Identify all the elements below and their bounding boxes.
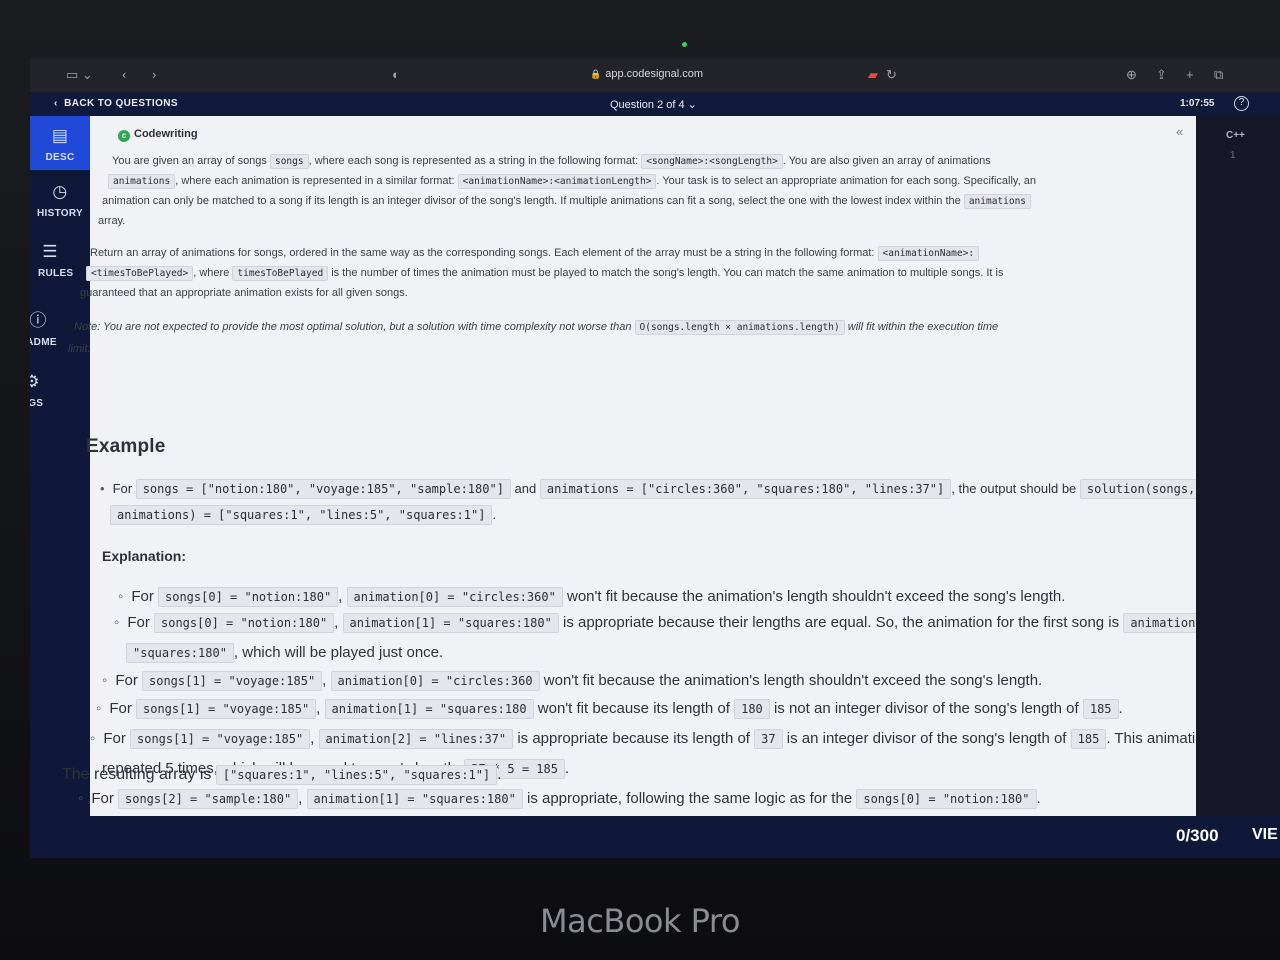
- return-line-1: Return an array of animations for songs,…: [90, 244, 980, 263]
- new-tab-icon[interactable]: +: [1186, 67, 1194, 82]
- laptop-bezel: ▭ ⌄ ‹ › ◐ 🔒 app.codesignal.com ▰ ↻ ⊕ ⇪ + …: [0, 0, 1280, 960]
- extension-icon[interactable]: ▰: [868, 67, 878, 83]
- lock-icon: 🔒: [590, 69, 602, 79]
- bottom-bar: 0/300 VIE: [30, 816, 1280, 858]
- nav-rules-label: RULES: [38, 268, 74, 279]
- app-header: ‹ BACK TO QUESTIONS Question 2 of 4 ⌄ 1:…: [30, 92, 1280, 116]
- screen: ▭ ⌄ ‹ › ◐ 🔒 app.codesignal.com ▰ ↻ ⊕ ⇪ + …: [30, 58, 1280, 858]
- info-icon: ⓘ: [30, 311, 47, 330]
- explanation-line-5: ◦ For songs[1] = "voyage:185", animation[…: [90, 729, 1224, 749]
- character-counter: 0/300: [1176, 826, 1219, 845]
- codesignal-icon: c: [118, 130, 130, 142]
- browser-toolbar: ▭ ⌄ ‹ › ◐ 🔒 app.codesignal.com ▰ ↻ ⊕ ⇪ + …: [30, 58, 1280, 92]
- statement-line-3: animation can only be matched to a song …: [102, 192, 1032, 211]
- question-nav-label: Question 2 of 4: [610, 99, 685, 111]
- chevron-left-icon: ‹: [54, 98, 65, 109]
- nav-readme[interactable]: ⓘ EADME: [30, 306, 68, 348]
- example-heading: Example: [86, 436, 166, 457]
- nav-history[interactable]: ◷ HISTORY: [30, 182, 90, 219]
- return-line-3: guaranteed that an appropriate animation…: [80, 287, 408, 299]
- brand-text: Codewriting: [134, 128, 198, 140]
- collapse-icon[interactable]: «: [1176, 124, 1183, 139]
- return-line-2: <timesToBePlayed>, where timesToBePlayed…: [86, 264, 1003, 283]
- url-text: app.codesignal.com: [605, 68, 704, 80]
- address-bar[interactable]: 🔒 app.codesignal.com: [590, 68, 703, 80]
- explanation-line-2b: "squares:180", which will be played just…: [126, 640, 443, 666]
- language-label[interactable]: C++: [1226, 130, 1245, 141]
- explanation-line-3: ◦ For songs[1] = "voyage:185", animation[…: [102, 671, 1043, 691]
- left-nav: ▤ DESC ◷ HISTORY ☰ RULES ⓘ EADME ⚙ NGS: [30, 116, 90, 858]
- list-icon: ☰: [42, 242, 58, 261]
- statement-line-2: animations, where each animation is repr…: [108, 172, 1036, 191]
- bullet: •: [100, 481, 105, 496]
- nav-history-label: HISTORY: [37, 208, 83, 219]
- statement-line-1: You are given an array of songs songs, w…: [112, 154, 991, 169]
- nav-readme-label: EADME: [30, 337, 57, 348]
- explanation-line-1: ◦ For songs[0] = "notion:180", animation[…: [118, 587, 1066, 607]
- clock-icon: ◷: [52, 182, 68, 201]
- line-number: 1: [1230, 150, 1236, 161]
- nav-settings[interactable]: ⚙ NGS: [30, 372, 62, 409]
- code-editor-strip[interactable]: C++ 1: [1196, 116, 1280, 816]
- back-to-questions-link[interactable]: ‹ BACK TO QUESTIONS: [54, 98, 178, 109]
- download-icon[interactable]: ⊕: [1126, 67, 1137, 83]
- timer: 1:07:55: [1180, 98, 1215, 109]
- nav-desc-label: DESC: [45, 152, 75, 163]
- share-icon[interactable]: ⇪: [1156, 67, 1167, 83]
- explanation-heading: Explanation:: [102, 548, 187, 564]
- statement-line-4: array.: [98, 215, 126, 227]
- gear-icon: ⚙: [30, 372, 40, 391]
- sidebar-toggle-icon[interactable]: ▭ ⌄: [66, 67, 93, 83]
- chevron-down-icon: ⌄: [687, 99, 697, 111]
- document-icon: ▤: [51, 126, 69, 145]
- description-panel: c Codewriting « You are given an array of…: [68, 116, 1239, 816]
- example-output-line: animations) = ["squares:1", "lines:5", "…: [110, 502, 496, 528]
- help-icon[interactable]: ?: [1234, 96, 1249, 111]
- question-nav-dropdown[interactable]: Question 2 of 4 ⌄: [610, 98, 697, 111]
- tabs-overview-icon[interactable]: ⧉: [1214, 67, 1223, 83]
- resulting-array-line: The resulting array is ["squares:1", "li…: [62, 765, 502, 785]
- laptop-brand-label: MacBook Pro: [540, 902, 740, 940]
- note-line-1: Note: You are not expected to provide th…: [74, 320, 999, 335]
- explanation-line-6: ◦ For songs[2] = "sample:180", animation[…: [78, 789, 1041, 809]
- example-input-line: • For songs = ["notion:180", "voyage:185"…: [100, 476, 1203, 502]
- back-label: BACK TO QUESTIONS: [64, 98, 178, 109]
- nav-rules[interactable]: ☰ RULES: [30, 242, 80, 279]
- nav-desc[interactable]: ▤ DESC: [30, 116, 90, 170]
- nav-settings-label: NGS: [30, 398, 44, 409]
- reload-icon[interactable]: ↻: [886, 67, 897, 83]
- codewriting-label: c Codewriting: [118, 128, 198, 142]
- forward-arrow-icon[interactable]: ›: [152, 67, 156, 82]
- back-arrow-icon[interactable]: ‹: [122, 67, 126, 82]
- view-button[interactable]: VIE: [1252, 826, 1278, 844]
- camera-indicator: [682, 42, 687, 47]
- explanation-line-2: ◦ For songs[0] = "notion:180", animation[…: [114, 610, 1239, 636]
- explanation-line-4: ◦ For songs[1] = "voyage:185", animation[…: [96, 699, 1123, 719]
- note-line-2: limit.: [68, 343, 91, 355]
- privacy-shield-icon[interactable]: ◐: [392, 67, 400, 82]
